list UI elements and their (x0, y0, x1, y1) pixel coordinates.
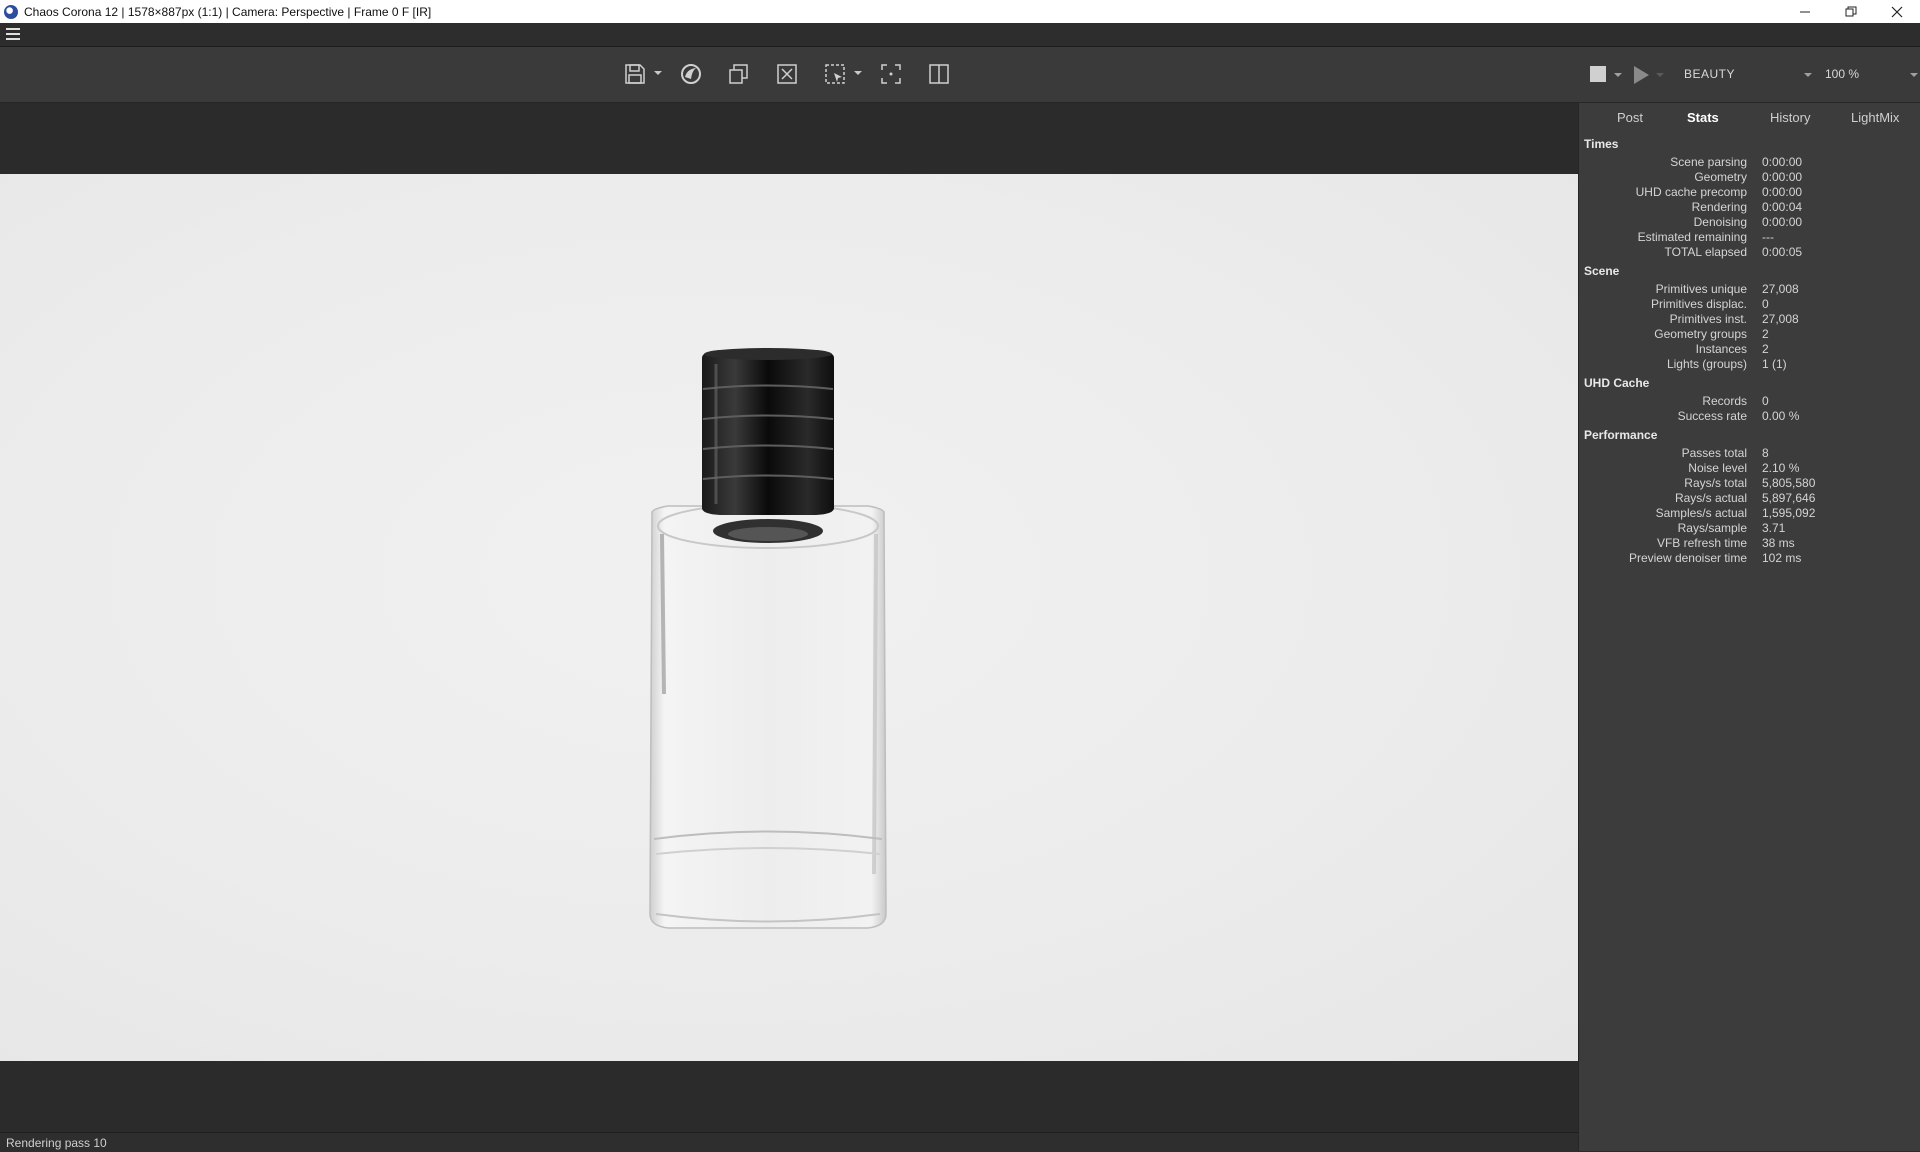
title-bar: Chaos Corona 12 | 1578×887px (1:1) | Cam… (0, 0, 1920, 23)
stop-icon[interactable] (1590, 66, 1606, 82)
stat-label: Primitives unique (1655, 282, 1747, 296)
stat-value: 38 ms (1762, 536, 1795, 550)
section-uhd-cache-title: UHD Cache (1584, 376, 1650, 390)
split-view-icon (929, 64, 949, 84)
stat-label: Primitives inst. (1669, 312, 1747, 326)
stat-label: Rays/s total (1684, 476, 1747, 490)
stat-value: 2 (1762, 342, 1769, 356)
stat-label: TOTAL elapsed (1664, 245, 1748, 259)
stat-value: 0.00 % (1762, 409, 1800, 423)
stat-label: Records (1702, 394, 1747, 408)
stat-value: --- (1762, 230, 1774, 244)
stat-value: 0 (1762, 297, 1769, 311)
menu-bar (0, 23, 1920, 47)
tab-stats[interactable]: Stats (1687, 110, 1719, 125)
focus-icon (881, 64, 901, 84)
stat-value: 0:00:04 (1762, 200, 1803, 214)
tab-lightmix[interactable]: LightMix (1851, 110, 1899, 125)
stat-label: Noise level (1688, 461, 1747, 475)
stat-value: 0:00:00 (1762, 215, 1803, 229)
render-channel-select[interactable]: BEAUTY (1684, 67, 1735, 81)
stat-value: 8 (1762, 446, 1769, 460)
stat-value: 27,008 (1762, 312, 1799, 326)
chevron-down-icon[interactable] (1804, 73, 1812, 77)
focus-button[interactable] (876, 59, 906, 89)
section-scene-title: Scene (1584, 264, 1620, 278)
stat-value: 1,595,092 (1762, 506, 1816, 520)
viewport[interactable] (0, 103, 1578, 1132)
stat-label: Rays/sample (1677, 521, 1747, 535)
status-bar: Rendering pass 10 (0, 1132, 1578, 1152)
toolbar: BEAUTY 100 % (0, 47, 1920, 103)
split-view-button[interactable] (924, 59, 954, 89)
render-image[interactable] (0, 174, 1578, 1061)
stat-label: Success rate (1677, 409, 1747, 423)
clear-icon (777, 64, 797, 84)
stat-label: Geometry groups (1654, 327, 1747, 341)
stat-value: 0 (1762, 394, 1769, 408)
section-performance-title: Performance (1584, 428, 1658, 442)
minimize-icon[interactable] (1782, 0, 1828, 23)
tab-post[interactable]: Post (1617, 110, 1643, 125)
copy-to-clipboard-icon (729, 64, 748, 84)
stat-value: 5,897,646 (1762, 491, 1816, 505)
corona-image-editor-icon (681, 64, 701, 84)
chevron-down-icon[interactable] (1614, 73, 1622, 77)
stat-value: 5,805,580 (1762, 476, 1816, 490)
panel-tabs: Post Stats History LightMix (1579, 103, 1920, 133)
stat-label: Lights (groups) (1666, 357, 1747, 371)
tab-history[interactable]: History (1770, 110, 1810, 125)
zoom-select[interactable]: 100 % (1825, 67, 1859, 81)
play-icon[interactable] (1634, 66, 1649, 84)
stat-label: Primitives displac. (1650, 297, 1747, 311)
chevron-down-icon[interactable] (854, 71, 862, 75)
stat-label: Estimated remaining (1637, 230, 1747, 244)
perfume-bottle-render (649, 348, 887, 929)
stat-label: Rays/s actual (1674, 491, 1747, 505)
image-editor-button[interactable] (676, 59, 706, 89)
save-button[interactable] (620, 59, 662, 89)
region-select-button[interactable] (820, 59, 862, 89)
stat-label: Denoising (1693, 215, 1747, 229)
chevron-down-icon[interactable] (1910, 73, 1918, 77)
stat-label: Passes total (1681, 446, 1747, 460)
stat-value: 3.71 (1762, 521, 1786, 535)
stat-label: Rendering (1691, 200, 1747, 214)
hamburger-menu-icon[interactable] (6, 28, 20, 40)
save-icon (625, 64, 645, 84)
stat-value: 0:00:00 (1762, 170, 1803, 184)
corona-logo-icon (4, 4, 18, 19)
stat-label: VFB refresh time (1656, 536, 1747, 550)
copy-to-clipboard-button[interactable] (724, 59, 754, 89)
close-icon[interactable] (1874, 0, 1920, 23)
stat-label: Samples/s actual (1655, 506, 1747, 520)
stat-label: Preview denoiser time (1628, 551, 1747, 565)
stat-value: 0:00:00 (1762, 155, 1803, 169)
chevron-down-icon[interactable] (654, 71, 662, 75)
section-times-title: Times (1584, 137, 1619, 151)
stat-value: 27,008 (1762, 282, 1799, 296)
stat-value: 2.10 % (1762, 461, 1800, 475)
window-title: Chaos Corona 12 | 1578×887px (1:1) | Cam… (24, 4, 432, 19)
status-text: Rendering pass 10 (6, 1136, 107, 1150)
stat-label: Instances (1695, 342, 1747, 356)
side-panel: Post Stats History LightMix Times Scene … (1578, 103, 1920, 1151)
region-select-icon (825, 64, 845, 84)
stat-value: 1 (1) (1762, 357, 1787, 371)
clear-button[interactable] (772, 59, 802, 89)
stat-value: 102 ms (1762, 551, 1802, 565)
restore-icon[interactable] (1828, 0, 1874, 23)
stat-value: 0:00:00 (1762, 185, 1803, 199)
stat-label: UHD cache precomp (1635, 185, 1747, 199)
chevron-down-icon (1656, 73, 1664, 77)
stat-label: Geometry (1694, 170, 1747, 184)
stat-label: Scene parsing (1670, 155, 1747, 169)
stat-value: 0:00:05 (1762, 245, 1803, 259)
stat-value: 2 (1762, 327, 1769, 341)
